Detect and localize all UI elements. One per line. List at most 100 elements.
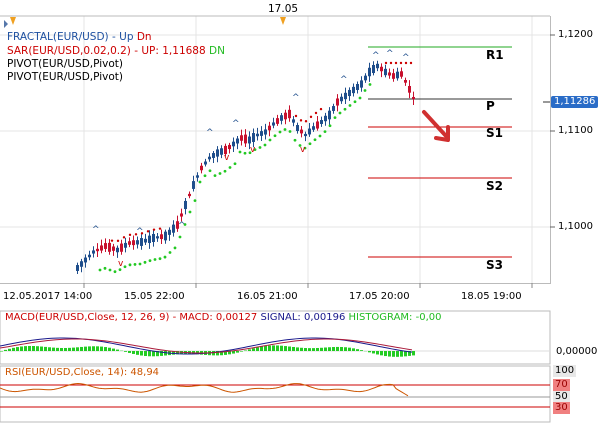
- candle-body: [228, 144, 231, 150]
- sar-dot: [113, 270, 117, 274]
- candle-body: [336, 98, 339, 106]
- macd-histogram-bar: [252, 348, 255, 351]
- sar-dot: [153, 258, 157, 261]
- pivot-s3-label: S3: [486, 258, 503, 272]
- candle-body: [344, 92, 347, 100]
- time-tick-5: 18.05 19:00: [461, 291, 522, 302]
- macd-histogram-bar: [248, 349, 251, 351]
- candle-body: [144, 238, 147, 243]
- macd-histogram-bar: [132, 351, 135, 354]
- candle-body: [364, 75, 367, 81]
- candle-body: [200, 165, 203, 171]
- sar-dot: [338, 111, 342, 115]
- candle-body: [248, 136, 251, 144]
- rsi-level-30: 30: [553, 402, 570, 414]
- sar-dot: [208, 169, 212, 173]
- macd-histogram-bar: [412, 351, 415, 356]
- macd-histogram-bar: [56, 347, 59, 351]
- candle-body: [320, 120, 323, 124]
- macd-histogram-bar: [84, 346, 87, 351]
- macd-histogram-bar: [136, 351, 139, 355]
- candle-body: [236, 138, 239, 144]
- macd-legend-value: MACD: 0,00127: [179, 312, 258, 323]
- sar-dot: [116, 239, 120, 243]
- candle-body: [216, 149, 219, 157]
- fractal-legend-name: FRACTAL(EUR/USD): [7, 31, 109, 43]
- macd-legend-signal: SIGNAL: 0,00196: [260, 312, 346, 323]
- macd-histogram-bar: [92, 346, 95, 351]
- candle-body: [332, 106, 335, 111]
- sar-dot: [343, 107, 347, 111]
- fractal-up-icon: ^: [402, 53, 410, 63]
- fractal-legend-dn: Dn: [136, 31, 152, 43]
- rsi-legend: RSI(EUR/USD,Close, 14): 48,94: [5, 367, 160, 378]
- macd-histogram-bar: [384, 351, 387, 357]
- sar-dot: [314, 111, 318, 115]
- sar-dot: [288, 130, 292, 133]
- candle-body: [204, 161, 207, 165]
- macd-histogram-bar: [128, 351, 131, 353]
- sar-dot: [304, 120, 308, 123]
- macd-histogram-bar: [44, 346, 47, 351]
- macd-histogram-bar: [356, 349, 359, 351]
- macd-histogram-bar: [376, 351, 379, 355]
- candle-body: [124, 242, 127, 248]
- macd-histogram-bar: [24, 346, 27, 351]
- candle-body: [84, 257, 87, 263]
- candle-body: [292, 119, 295, 123]
- time-marker-left-icon: [10, 17, 16, 25]
- sar-legend-name: SAR(EUR/USD,0.02,0.2): [7, 45, 131, 57]
- candle-body: [244, 134, 247, 144]
- macd-axis-value: 0,00000: [556, 346, 598, 357]
- macd-histogram-bar: [140, 351, 143, 356]
- sar-dot: [353, 100, 357, 104]
- time-tick-2: 15.05 22:00: [124, 291, 185, 302]
- sar-dot: [384, 61, 388, 65]
- macd-histogram-bar: [388, 351, 391, 357]
- candle-body: [80, 261, 83, 267]
- candle-body: [108, 242, 111, 252]
- sar-dot: [168, 251, 172, 254]
- macd-histogram-bar: [340, 346, 343, 351]
- sar-dot: [122, 236, 126, 239]
- fractal-up-icon: ^: [136, 227, 144, 237]
- sar-dot: [143, 260, 147, 264]
- macd-histogram-bar: [96, 346, 99, 351]
- candle-body: [400, 71, 403, 77]
- macd-histogram-bar: [0, 351, 3, 352]
- time-tick-3: 16.05 21:00: [237, 291, 298, 302]
- time-tick-4: 17.05 20:00: [349, 291, 410, 302]
- candle-body: [300, 129, 303, 134]
- candle-body: [172, 224, 175, 233]
- sar-dot: [223, 169, 227, 173]
- macd-histogram-bar: [316, 347, 319, 351]
- rsi-level-70: 70: [553, 379, 570, 391]
- candle-body: [208, 156, 211, 160]
- sar-dot: [128, 263, 132, 267]
- candle-body: [112, 246, 115, 251]
- sar-dot: [173, 246, 177, 250]
- macd-histogram-bar: [116, 349, 119, 351]
- fractal-down-icon: v: [224, 153, 230, 163]
- candle-body: [368, 67, 371, 77]
- candle-body: [284, 112, 287, 120]
- sar-dot: [294, 114, 298, 118]
- candle-body: [348, 89, 351, 97]
- sar-dot: [233, 162, 237, 166]
- sar-dot: [293, 138, 297, 142]
- price-tick-2: 1,1100: [558, 125, 593, 136]
- candle-body: [396, 71, 399, 79]
- pivot-legend-2: PIVOT(EUR/USD,Pivot): [7, 71, 123, 83]
- macd-histogram-bar: [108, 347, 111, 351]
- time-marker-label: 17.05: [268, 3, 299, 15]
- price-tick-1: 1,1200: [558, 29, 593, 40]
- fractal-up-icon: ^: [386, 49, 394, 59]
- macd-histogram-bar: [256, 347, 259, 351]
- sar-dot: [394, 61, 398, 65]
- macd-histogram-bar: [268, 345, 271, 351]
- sar-dot: [148, 259, 152, 263]
- sar-dot: [323, 130, 327, 134]
- macd-histogram-bar: [88, 346, 91, 351]
- candle-body: [268, 125, 271, 131]
- sar-dot: [188, 210, 192, 214]
